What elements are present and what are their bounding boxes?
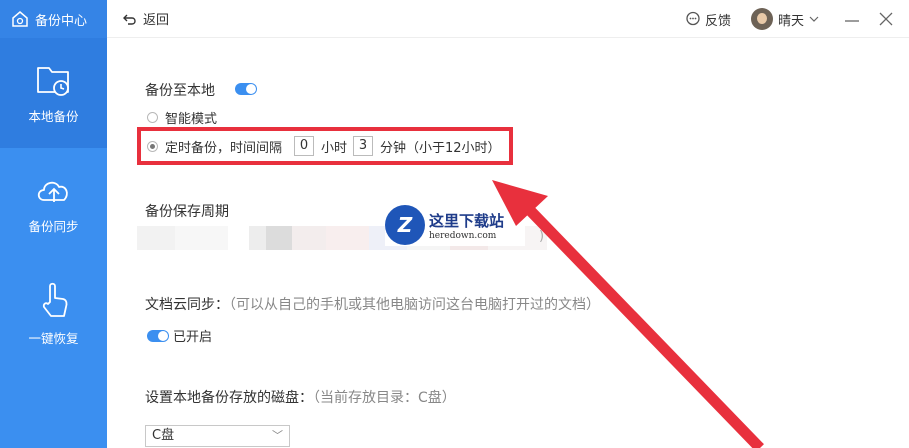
local-backup-toggle[interactable] — [235, 83, 257, 95]
disk-selected: C盘 — [152, 428, 175, 443]
undo-arrow-icon — [123, 14, 136, 25]
watermark: Z 这里下载站 heredown.com — [385, 204, 525, 246]
watermark-logo: Z — [385, 205, 425, 245]
sidebar-item-label: 一键恢复 — [28, 330, 79, 346]
watermark-name: 这里下载站 — [429, 211, 505, 230]
disk-title: 设置本地备份存放的磁盘： — [145, 390, 313, 406]
close-icon — [879, 12, 893, 26]
top-bar: 返回 反馈 晴天 — [107, 0, 909, 38]
sidebar-item-label: 备份同步 — [28, 218, 79, 234]
sidebar-item-one-click-restore[interactable]: 一键恢复 — [0, 258, 107, 368]
cloud-upload-icon — [37, 181, 68, 202]
disk-hint: （当前存放目录：C盘） — [313, 390, 456, 406]
timed-backup-label: 定时备份，时间间隔 — [165, 141, 283, 156]
doc-sync-title: 文档云同步： — [145, 297, 229, 313]
minutes-input[interactable]: 3 — [353, 136, 373, 156]
retention-title: 备份保存周期 — [145, 204, 229, 220]
chat-bubble-icon — [686, 11, 700, 26]
folder-clock-icon — [36, 66, 69, 96]
minimize-button[interactable] — [835, 0, 869, 38]
backup-home-icon — [12, 11, 28, 27]
user-menu[interactable]: 晴天 — [750, 8, 819, 30]
doc-sync-row: 文档云同步：（可以从自己的手机或其他电脑访问这台电脑打开过的文档） — [145, 294, 600, 314]
sidebar-item-label: 本地备份 — [28, 108, 79, 124]
close-button[interactable] — [869, 0, 903, 38]
minimize-icon — [845, 20, 859, 22]
backup-center-window: 备份中心 本地备份 备份同步 一键恢复 返回 反馈 晴天 备份至本地 智能模式 … — [0, 0, 909, 448]
sidebar-title: 备份中心 — [35, 13, 88, 29]
smart-mode-radio[interactable] — [147, 112, 158, 123]
disk-select[interactable]: C盘 ﹀ — [145, 425, 290, 447]
hours-unit-label: 小时 — [321, 141, 348, 156]
retention-paren: ) — [539, 229, 545, 244]
minutes-unit-label: 分钟（小于12小时） — [380, 141, 501, 156]
chevron-down-icon — [809, 16, 819, 22]
user-name: 晴天 — [777, 13, 804, 29]
sidebar-header: 备份中心 — [0, 0, 107, 38]
chevron-down-icon: ﹀ — [272, 429, 283, 442]
feedback-label: 反馈 — [704, 13, 731, 29]
watermark-domain: heredown.com — [429, 230, 497, 241]
hours-input[interactable]: 0 — [294, 136, 314, 156]
feedback-button[interactable]: 反馈 — [685, 10, 731, 29]
top-right-controls: 反馈 晴天 — [685, 0, 909, 38]
local-backup-title: 备份至本地 — [145, 83, 215, 99]
sidebar-item-local-backup[interactable]: 本地备份 — [0, 38, 107, 148]
back-label: 返回 — [143, 13, 170, 28]
watermark-text: 这里下载站 heredown.com — [429, 210, 504, 241]
disk-row: 设置本地备份存放的磁盘：（当前存放目录：C盘） — [145, 387, 456, 407]
sidebar-item-backup-sync[interactable]: 备份同步 — [0, 148, 107, 258]
back-button[interactable]: 返回 — [123, 9, 169, 28]
doc-sync-status: 已开启 — [173, 330, 213, 345]
timed-backup-radio[interactable] — [147, 141, 158, 152]
doc-sync-hint: （可以从自己的手机或其他电脑访问这台电脑打开过的文档） — [229, 297, 600, 313]
smart-mode-label: 智能模式 — [165, 112, 218, 127]
avatar — [750, 8, 773, 30]
hand-pointer-icon — [42, 282, 67, 317]
sidebar: 备份中心 本地备份 备份同步 一键恢复 — [0, 0, 107, 448]
doc-sync-toggle[interactable] — [147, 330, 169, 342]
